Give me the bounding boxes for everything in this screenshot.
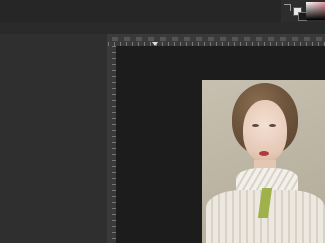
ruler-tick	[220, 37, 226, 41]
ruler-tick	[172, 37, 178, 41]
ruler-tick	[184, 37, 190, 41]
ruler-tick	[268, 37, 274, 41]
ruler-tick	[280, 37, 286, 41]
ruler-tick	[256, 37, 262, 41]
portrait-photo[interactable]	[202, 80, 325, 243]
photo-editor-window	[0, 0, 325, 243]
color-picker-field[interactable]	[306, 2, 325, 20]
ruler-tick	[292, 37, 298, 41]
tool-options-bar	[0, 22, 325, 34]
ruler-tick	[316, 37, 322, 41]
ruler-tick	[208, 37, 214, 41]
swap-colors-icon[interactable]	[284, 4, 291, 11]
ruler-tick	[304, 37, 310, 41]
ruler-tick	[244, 37, 250, 41]
ruler-tick	[232, 37, 238, 41]
workspace-left-panel	[0, 34, 108, 243]
ruler-tick	[160, 37, 166, 41]
vertical-ruler[interactable]	[108, 46, 116, 243]
ruler-tick	[148, 37, 154, 41]
right-eye	[269, 124, 276, 127]
menu-bar	[0, 0, 325, 22]
left-eye	[252, 124, 259, 127]
ruler-tick	[112, 37, 118, 41]
ruler-tick	[124, 37, 130, 41]
lips	[259, 151, 269, 156]
ruler-ticks	[112, 35, 325, 43]
ruler-tick	[196, 37, 202, 41]
ruler-tick	[136, 37, 142, 41]
